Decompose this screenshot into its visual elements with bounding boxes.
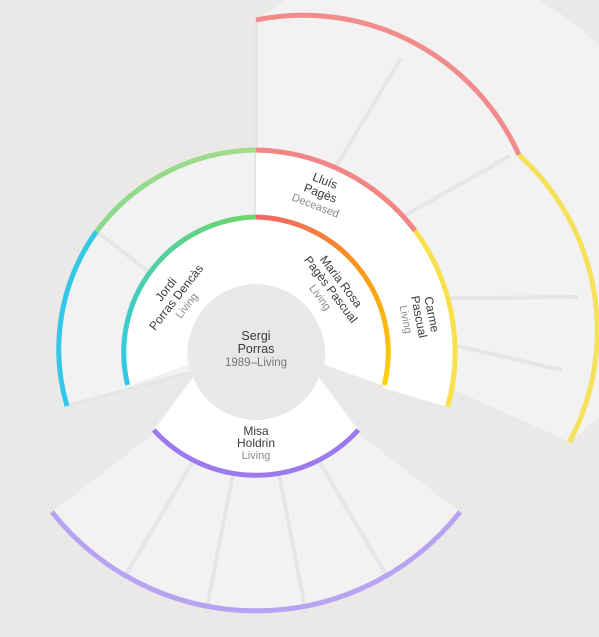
- root-status: 1989–Living: [225, 357, 287, 369]
- fan-chart: Sergi Porras 1989–Living Jordi Porras De…: [50, 0, 599, 614]
- root-person[interactable]: Sergi Porras 1989–Living: [188, 284, 324, 420]
- spouse-status: Living: [242, 450, 271, 462]
- root-first-name: Sergi: [241, 329, 270, 343]
- root-last-name: Porras: [238, 342, 275, 356]
- spouse-last-name: Holdrin: [237, 436, 275, 450]
